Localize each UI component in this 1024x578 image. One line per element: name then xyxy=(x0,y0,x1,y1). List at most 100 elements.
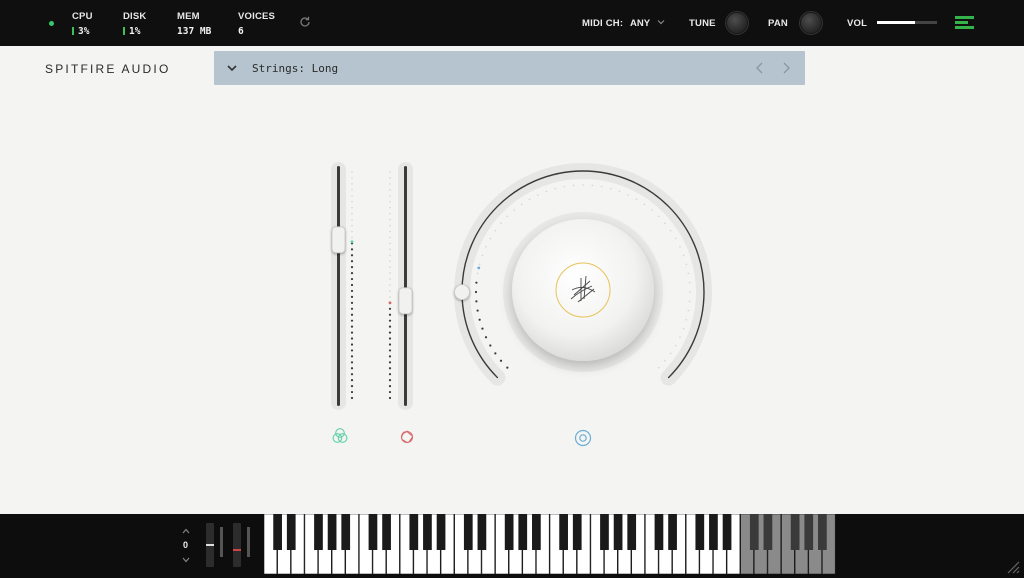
scale-dot xyxy=(572,184,575,187)
pitch-wheel[interactable] xyxy=(206,523,214,567)
scale-dot xyxy=(389,242,391,245)
black-key[interactable] xyxy=(654,514,664,550)
scale-dot xyxy=(350,313,354,316)
scale-dot xyxy=(350,283,354,287)
black-key[interactable] xyxy=(341,514,351,550)
black-key[interactable] xyxy=(749,514,759,550)
fader-2[interactable] xyxy=(388,162,413,410)
scale-dot xyxy=(474,290,478,294)
resize-grip-icon[interactable] xyxy=(1004,558,1020,574)
scale-dot-marker xyxy=(388,301,392,305)
black-key[interactable] xyxy=(532,514,541,550)
mod-wheel[interactable] xyxy=(233,523,241,567)
scale-dot xyxy=(389,272,391,274)
black-key[interactable] xyxy=(518,514,528,550)
scale-dot xyxy=(351,236,353,239)
scale-dot xyxy=(389,177,391,179)
black-key[interactable] xyxy=(600,514,609,550)
black-key[interactable] xyxy=(273,514,282,550)
black-key[interactable] xyxy=(790,514,800,550)
midi-channel-label: MIDI CH: xyxy=(582,18,624,29)
cpu-label: CPU xyxy=(72,11,93,22)
black-key[interactable] xyxy=(436,514,446,550)
scale-dot xyxy=(478,263,481,266)
black-key[interactable] xyxy=(409,514,419,550)
scale-dot xyxy=(682,327,685,330)
scale-dot xyxy=(351,189,353,191)
disk-value: 1% xyxy=(129,26,141,37)
black-key[interactable] xyxy=(382,514,391,550)
scale-dot xyxy=(689,291,691,293)
triple-circle-icon[interactable] xyxy=(332,428,348,443)
scale-dot xyxy=(688,281,691,284)
black-key[interactable] xyxy=(722,514,732,550)
scale-dot xyxy=(351,230,353,233)
fader-1-thumb[interactable] xyxy=(331,226,346,254)
scale-dot xyxy=(388,361,392,364)
black-key[interactable] xyxy=(613,514,623,550)
scale-dot xyxy=(350,248,354,251)
scale-dot xyxy=(563,185,566,188)
black-key[interactable] xyxy=(818,514,827,550)
scale-dot xyxy=(350,331,354,334)
scale-dot xyxy=(679,336,681,339)
pan-label: PAN xyxy=(768,18,788,29)
power-indicator xyxy=(49,21,54,26)
black-key[interactable] xyxy=(668,514,677,550)
tune-label: TUNE xyxy=(689,18,716,29)
scale-dot xyxy=(350,349,354,352)
scale-dot xyxy=(389,224,391,227)
fader-1[interactable] xyxy=(331,162,354,410)
shutter-icon[interactable] xyxy=(400,430,414,444)
scale-dot xyxy=(389,254,391,257)
black-key[interactable] xyxy=(763,514,773,550)
scale-dot xyxy=(685,318,688,321)
black-key[interactable] xyxy=(695,514,705,550)
scale-dot xyxy=(657,215,660,218)
reset-icon[interactable] xyxy=(298,15,312,29)
black-key[interactable] xyxy=(463,514,473,550)
black-key[interactable] xyxy=(423,514,432,550)
chevron-up-icon[interactable] xyxy=(181,527,191,535)
scale-dot xyxy=(674,344,677,347)
scale-dot xyxy=(350,319,354,322)
scale-dot xyxy=(554,187,557,190)
black-key[interactable] xyxy=(504,514,514,550)
scale-dot xyxy=(388,355,392,358)
scale-dot xyxy=(536,194,539,196)
scale-dot xyxy=(350,307,354,310)
black-key[interactable] xyxy=(709,514,718,550)
black-key[interactable] xyxy=(368,514,378,550)
scale-dot xyxy=(664,222,666,225)
piano-keyboard[interactable] xyxy=(264,514,836,574)
black-key[interactable] xyxy=(477,514,487,550)
black-key[interactable] xyxy=(327,514,337,550)
black-key[interactable] xyxy=(627,514,637,550)
target-icon[interactable] xyxy=(574,429,592,447)
scale-dot xyxy=(389,248,391,251)
scale-dot xyxy=(389,230,391,233)
scale-dot xyxy=(389,171,391,173)
scale-dot-marker xyxy=(477,266,481,270)
chevron-down-icon[interactable] xyxy=(656,17,666,27)
pan-knob[interactable] xyxy=(800,12,822,34)
volume-slider[interactable] xyxy=(877,21,937,24)
black-key[interactable] xyxy=(314,514,323,550)
scale-dot xyxy=(643,203,646,206)
fader-2-thumb[interactable] xyxy=(398,287,413,315)
black-key[interactable] xyxy=(572,514,582,550)
scale-dot xyxy=(687,272,690,275)
dial-thumb[interactable] xyxy=(454,284,470,300)
scale-dot xyxy=(657,366,660,369)
scale-dot xyxy=(388,337,392,340)
chevron-down-icon[interactable] xyxy=(181,556,191,564)
scale-dot xyxy=(475,281,478,284)
tune-knob[interactable] xyxy=(726,12,748,34)
black-key[interactable] xyxy=(559,514,568,550)
black-key[interactable] xyxy=(804,514,814,550)
scale-dot xyxy=(685,263,688,266)
midi-channel-select[interactable]: ANY xyxy=(630,18,650,29)
dynamics-dial[interactable] xyxy=(454,163,712,386)
scale-dot xyxy=(688,300,691,303)
black-key[interactable] xyxy=(286,514,296,550)
